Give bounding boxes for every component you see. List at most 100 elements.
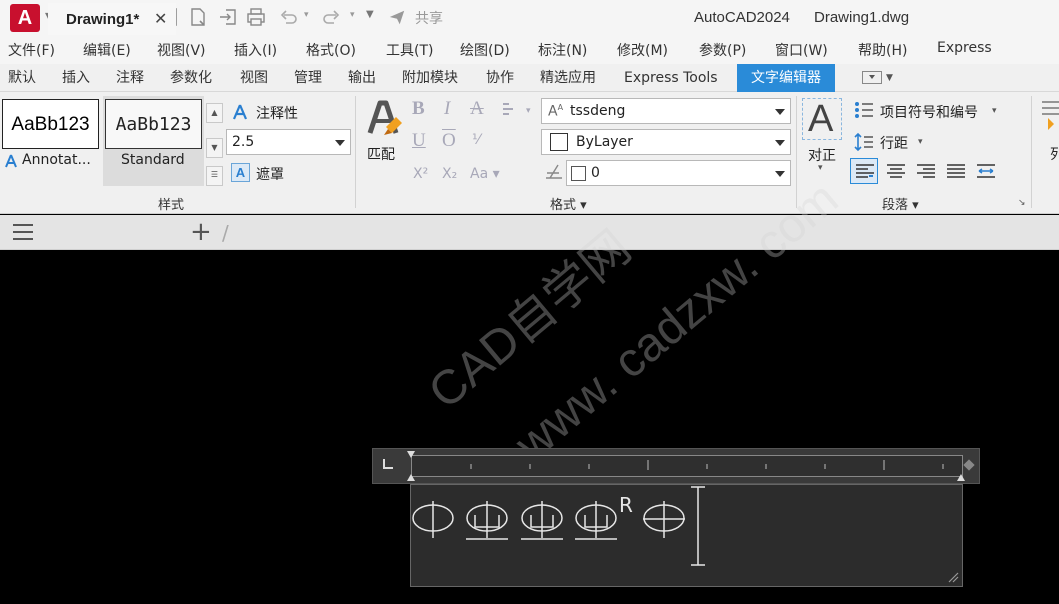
tab-output[interactable]: 输出 [348, 64, 376, 92]
tab-default[interactable]: 默认 [8, 64, 36, 92]
match-properties-icon[interactable] [364, 99, 404, 141]
underline-icon[interactable]: U [412, 130, 426, 152]
close-icon[interactable]: ✕ [154, 9, 167, 28]
redo-dropdown-icon[interactable]: ▾ [350, 10, 355, 20]
chevron-down-icon [775, 140, 785, 146]
dialog-launcher-icon[interactable]: ↘ [1018, 198, 1026, 208]
new-tab-plus-icon[interactable]: + [190, 219, 212, 245]
menu-parametric[interactable]: 参数(P) [699, 40, 746, 60]
tab-annotate[interactable]: 注释 [116, 64, 144, 92]
italic-icon[interactable]: I [444, 98, 450, 120]
change-case-icon[interactable]: Aa ▾ [470, 166, 500, 182]
style-expand-icon[interactable]: ☰ [206, 166, 223, 186]
ruler-scale[interactable] [411, 455, 963, 477]
annotative-icon [5, 154, 17, 168]
tab-drawing1[interactable]: Drawing1* ✕ [48, 3, 176, 35]
columns-icon[interactable] [1038, 100, 1059, 136]
panel-title-paragraph[interactable]: 段落 ▾ [882, 194, 919, 213]
ruler-width-handle-icon[interactable] [963, 459, 975, 471]
stack-icon[interactable] [500, 101, 520, 119]
tab-type-icon[interactable] [383, 459, 393, 469]
minimize-ribbon-icon[interactable] [862, 71, 882, 84]
tab-text-editor[interactable]: 文字编辑器 [737, 64, 835, 92]
menu-express[interactable]: Express [937, 40, 992, 56]
menu-file[interactable]: 文件(F) [8, 40, 55, 60]
mtext-editor[interactable]: R [410, 484, 963, 587]
tab-parametric[interactable]: 参数化 [170, 64, 212, 92]
tab-featured-apps[interactable]: 精选应用 [540, 64, 596, 92]
undo-icon[interactable] [278, 7, 298, 27]
chevron-down-icon[interactable]: ▾ [992, 106, 997, 116]
tab-express-tools[interactable]: Express Tools [624, 64, 718, 92]
bullets-icon[interactable] [854, 101, 874, 119]
style-swatch-standard[interactable]: AaBb123 [105, 99, 202, 149]
tab-collaborate[interactable]: 协作 [486, 64, 514, 92]
tab-insert[interactable]: 插入 [62, 64, 90, 92]
undo-dropdown-icon[interactable]: ▾ [304, 10, 309, 20]
overline-icon[interactable]: O [442, 130, 456, 152]
bold-icon[interactable]: B [412, 98, 425, 120]
justify-button[interactable]: A [802, 98, 842, 140]
justify-text-icon [947, 164, 965, 178]
align-center-icon [887, 164, 905, 178]
chevron-down-icon[interactable]: ▾ [526, 106, 531, 116]
bullets-numbering-button[interactable]: 项目符号和编号 [880, 102, 978, 122]
menu-window[interactable]: 窗口(W) [775, 40, 828, 60]
export-icon[interactable] [218, 7, 238, 27]
style-scroll-down-icon[interactable]: ▼ [206, 138, 223, 158]
style-scroll-up-icon[interactable]: ▲ [206, 103, 223, 123]
text-height-combo[interactable]: 2.5 [226, 129, 351, 155]
annotative-toggle[interactable]: 注释性 [256, 103, 298, 123]
resize-grip-icon[interactable] [947, 571, 959, 583]
subscript-icon[interactable]: X₂ [442, 166, 457, 182]
panel-title-format[interactable]: 格式 ▾ [550, 194, 587, 213]
print-icon[interactable] [246, 7, 266, 27]
columns-label[interactable]: 列 [1050, 144, 1059, 164]
align-left-button[interactable] [850, 158, 878, 184]
tab-view[interactable]: 视图 [240, 64, 268, 92]
tab-addins[interactable]: 附加模块 [402, 64, 458, 92]
menu-modify[interactable]: 修改(M) [617, 40, 668, 60]
font-combo[interactable]: AA tssdeng [541, 98, 791, 124]
share-label[interactable]: 共享 [415, 8, 443, 28]
line-spacing-button[interactable]: 行距 [880, 133, 908, 153]
menu-dimension[interactable]: 标注(N) [538, 40, 587, 60]
right-indent-icon[interactable] [956, 472, 966, 482]
menu-draw[interactable]: 绘图(D) [460, 40, 510, 60]
oblique-angle-combo[interactable]: 0 [566, 160, 791, 186]
customize-toolbar-icon[interactable]: ▼ [366, 9, 374, 20]
align-center-button[interactable] [881, 158, 909, 184]
style-swatch-annotative[interactable]: AaBb123 [2, 99, 99, 149]
paragraph-indent-icon[interactable] [406, 472, 416, 482]
line-spacing-icon[interactable] [854, 132, 874, 152]
align-right-button[interactable] [911, 158, 939, 184]
mask-button[interactable]: 遮罩 [256, 164, 284, 184]
justify-text-button[interactable] [941, 158, 969, 184]
justify-label[interactable]: 对正 [808, 145, 836, 165]
share-icon[interactable] [388, 7, 406, 27]
publish-icon[interactable] [188, 7, 208, 27]
redo-icon[interactable] [322, 7, 342, 27]
menu-help[interactable]: 帮助(H) [858, 40, 907, 60]
menu-format[interactable]: 格式(O) [306, 40, 356, 60]
mtext-ruler[interactable] [372, 448, 980, 484]
menu-bar: 文件(F) 编辑(E) 视图(V) 插入(I) 格式(O) 工具(T) 绘图(D… [0, 36, 1059, 64]
match-label[interactable]: 匹配 [367, 144, 395, 164]
strikethrough-icon[interactable]: A [470, 98, 484, 120]
autocad-logo-button[interactable]: A [10, 4, 40, 32]
distribute-button[interactable] [971, 158, 999, 184]
fraction-icon[interactable]: ⅟ [472, 132, 480, 148]
chevron-down-icon[interactable]: ▼ [886, 73, 893, 83]
menu-insert[interactable]: 插入(I) [234, 40, 277, 60]
tab-manage[interactable]: 管理 [294, 64, 322, 92]
mask-icon[interactable]: A [231, 163, 250, 182]
menu-edit[interactable]: 编辑(E) [83, 40, 131, 60]
first-line-indent-icon[interactable] [406, 450, 416, 460]
hamburger-menu-icon[interactable] [12, 223, 34, 241]
menu-tools[interactable]: 工具(T) [386, 40, 433, 60]
superscript-icon[interactable]: X² [413, 166, 428, 182]
menu-view[interactable]: 视图(V) [157, 40, 206, 60]
text-color-combo[interactable]: ByLayer [541, 129, 791, 155]
chevron-down-icon[interactable]: ▾ [818, 163, 823, 173]
chevron-down-icon[interactable]: ▾ [918, 137, 923, 147]
